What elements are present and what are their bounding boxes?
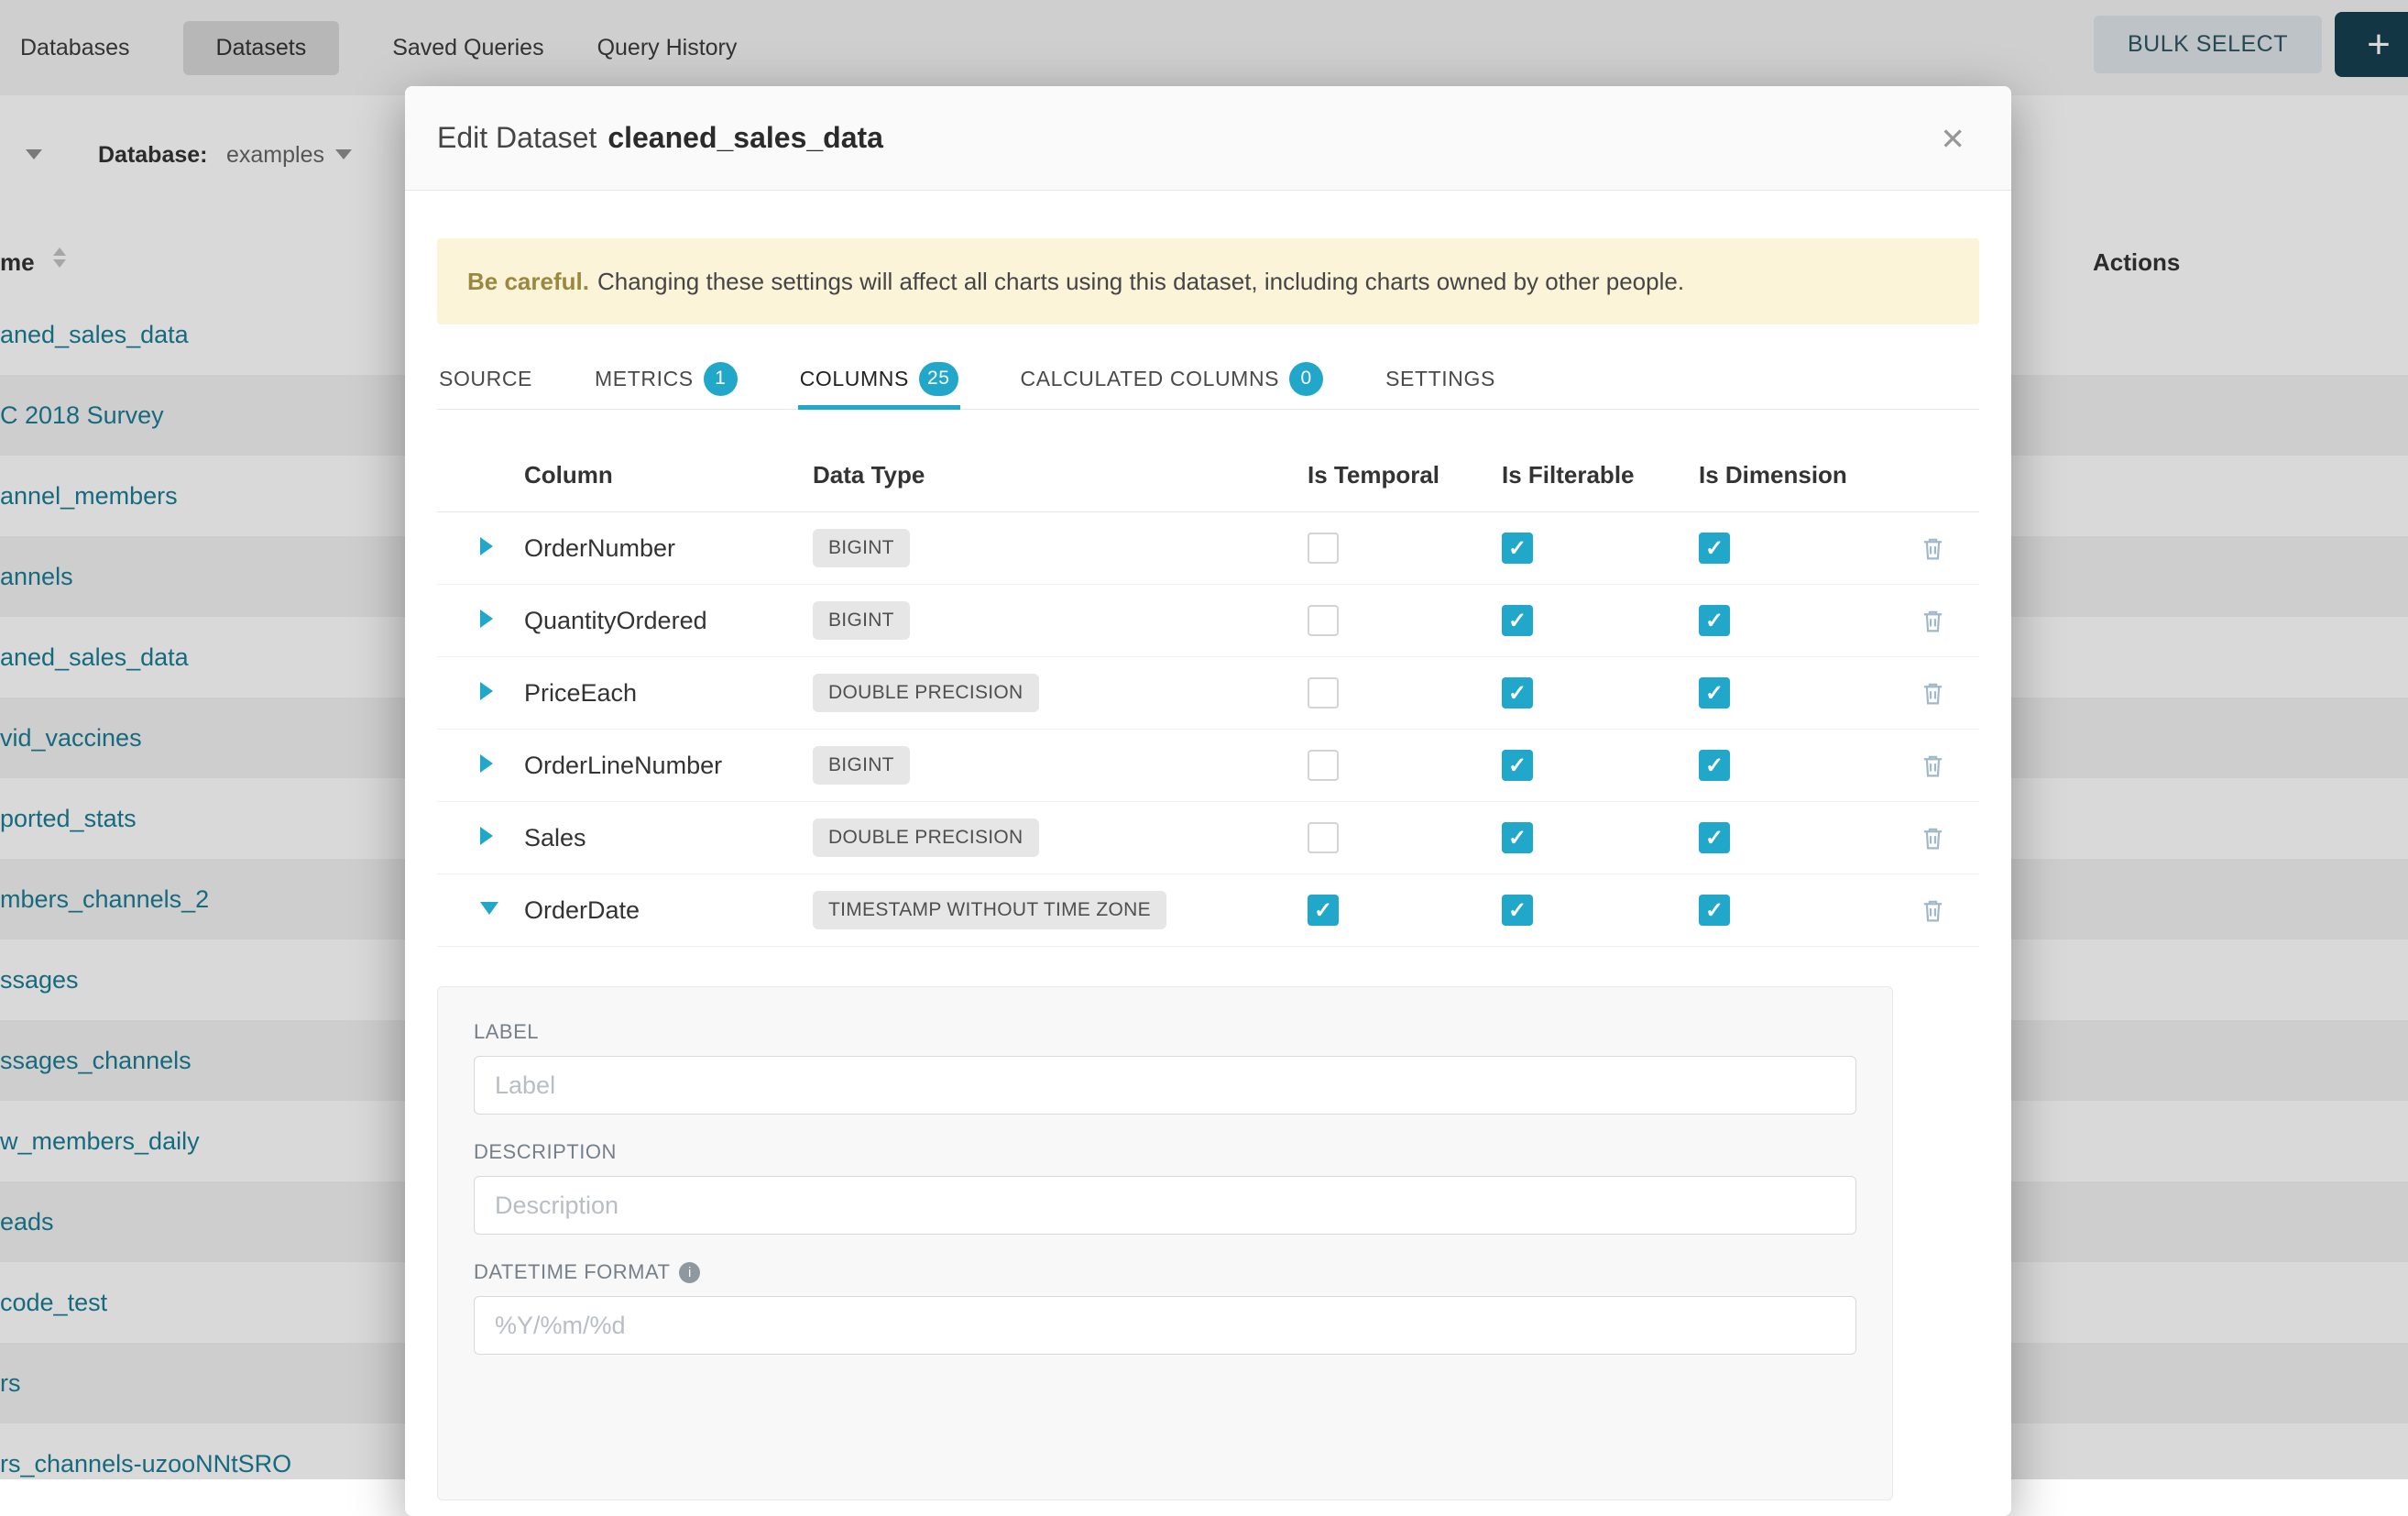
close-icon[interactable]: ✕ — [1934, 86, 1971, 191]
delete-column-button[interactable] — [1920, 897, 1979, 924]
header-is-filterable: Is Filterable — [1502, 461, 1699, 489]
delete-column-button[interactable] — [1920, 680, 1979, 707]
modal-title-dataset-name: cleaned_sales_data — [607, 121, 883, 154]
tab-settings[interactable]: SETTINGS — [1384, 348, 1497, 409]
is-temporal-checkbox[interactable] — [1308, 822, 1339, 853]
data-type-pill: DOUBLE PRECISION — [813, 674, 1039, 712]
columns-rows: OrderNumber BIGINT ✓ ✓ QuantityOrdered B… — [437, 512, 1979, 947]
tab-calculated-columns[interactable]: CALCULATED COLUMNS 0 — [1019, 348, 1326, 409]
column-row: OrderLineNumber BIGINT ✓ ✓ — [437, 730, 1979, 802]
expand-caret[interactable] — [437, 827, 524, 850]
column-name: QuantityOrdered — [524, 607, 813, 635]
data-type-pill: TIMESTAMP WITHOUT TIME ZONE — [813, 891, 1166, 929]
column-detail-panel: LABEL DESCRIPTION DATETIME FORMAT i — [437, 986, 1893, 1500]
expand-caret[interactable] — [437, 610, 524, 632]
is-temporal-checkbox[interactable] — [1308, 677, 1339, 709]
modal-title: Edit Dataset cleaned_sales_data — [437, 121, 883, 155]
edit-dataset-modal: Edit Dataset cleaned_sales_data ✕ Be care… — [405, 86, 2011, 1516]
metrics-count-badge: 1 — [704, 362, 738, 396]
trash-icon — [1920, 535, 1946, 562]
trash-icon — [1920, 608, 1946, 634]
info-icon[interactable]: i — [679, 1262, 700, 1283]
columns-count-badge: 25 — [919, 362, 958, 396]
warning-banner: Be careful. Changing these settings will… — [437, 238, 1979, 324]
warning-bold-text: Be careful. — [467, 268, 589, 296]
tab-label: SOURCE — [439, 367, 532, 391]
datetime-format-field-group: DATETIME FORMAT i — [474, 1260, 1856, 1355]
description-input[interactable] — [474, 1176, 1856, 1235]
expand-caret[interactable] — [437, 754, 524, 777]
column-name: Sales — [524, 824, 813, 852]
column-name: OrderLineNumber — [524, 752, 813, 780]
trash-icon — [1920, 753, 1946, 779]
column-row: OrderDate TIMESTAMP WITHOUT TIME ZONE ✓ … — [437, 874, 1979, 947]
is-temporal-checkbox[interactable]: ✓ — [1308, 895, 1339, 926]
is-filterable-checkbox[interactable]: ✓ — [1502, 895, 1533, 926]
is-dimension-checkbox[interactable]: ✓ — [1699, 533, 1730, 564]
columns-table-header: Column Data Type Is Temporal Is Filterab… — [437, 438, 1979, 512]
data-type-pill: BIGINT — [813, 746, 910, 785]
is-dimension-checkbox[interactable]: ✓ — [1699, 605, 1730, 636]
column-row: PriceEach DOUBLE PRECISION ✓ ✓ — [437, 657, 1979, 730]
expand-caret[interactable] — [437, 537, 524, 560]
column-name: PriceEach — [524, 679, 813, 708]
description-field-label: DESCRIPTION — [474, 1140, 1856, 1164]
is-dimension-checkbox[interactable]: ✓ — [1699, 677, 1730, 709]
is-dimension-checkbox[interactable]: ✓ — [1699, 895, 1730, 926]
column-name: OrderNumber — [524, 534, 813, 563]
modal-tabs: SOURCE METRICS 1 COLUMNS 25 CALCULATED C… — [437, 348, 1979, 410]
tab-label: COLUMNS — [800, 367, 909, 391]
modal-title-prefix: Edit Dataset — [437, 121, 597, 154]
is-filterable-checkbox[interactable]: ✓ — [1502, 533, 1533, 564]
is-filterable-checkbox[interactable]: ✓ — [1502, 750, 1533, 781]
delete-column-button[interactable] — [1920, 825, 1979, 851]
trash-icon — [1920, 825, 1946, 851]
trash-icon — [1920, 897, 1946, 924]
datetime-format-field-label: DATETIME FORMAT i — [474, 1260, 1856, 1284]
datetime-format-input[interactable] — [474, 1296, 1856, 1355]
description-field-group: DESCRIPTION — [474, 1140, 1856, 1235]
column-name: OrderDate — [524, 896, 813, 925]
tab-label: METRICS — [595, 367, 694, 391]
is-dimension-checkbox[interactable]: ✓ — [1699, 750, 1730, 781]
expand-caret[interactable] — [437, 902, 524, 919]
tab-label: CALCULATED COLUMNS — [1021, 367, 1280, 391]
header-is-dimension: Is Dimension — [1699, 461, 1920, 489]
column-row: QuantityOrdered BIGINT ✓ ✓ — [437, 585, 1979, 657]
column-row: OrderNumber BIGINT ✓ ✓ — [437, 512, 1979, 585]
delete-column-button[interactable] — [1920, 535, 1979, 562]
label-field-group: LABEL — [474, 1020, 1856, 1115]
is-temporal-checkbox[interactable] — [1308, 605, 1339, 636]
warning-text: Changing these settings will affect all … — [597, 268, 1684, 296]
label-input[interactable] — [474, 1056, 1856, 1115]
is-temporal-checkbox[interactable] — [1308, 750, 1339, 781]
column-row: Sales DOUBLE PRECISION ✓ ✓ — [437, 802, 1979, 874]
label-field-label: LABEL — [474, 1020, 1856, 1044]
header-column: Column — [524, 461, 813, 489]
trash-icon — [1920, 680, 1946, 707]
tab-metrics[interactable]: METRICS 1 — [593, 348, 739, 409]
is-dimension-checkbox[interactable]: ✓ — [1699, 822, 1730, 853]
data-type-pill: BIGINT — [813, 529, 910, 567]
tab-label: SETTINGS — [1385, 367, 1495, 391]
is-filterable-checkbox[interactable]: ✓ — [1502, 822, 1533, 853]
delete-column-button[interactable] — [1920, 753, 1979, 779]
tab-columns[interactable]: COLUMNS 25 — [798, 348, 960, 409]
tab-source[interactable]: SOURCE — [437, 348, 534, 409]
data-type-pill: DOUBLE PRECISION — [813, 818, 1039, 857]
is-temporal-checkbox[interactable] — [1308, 533, 1339, 564]
data-type-pill: BIGINT — [813, 601, 910, 640]
expand-caret[interactable] — [437, 682, 524, 705]
calculated-columns-count-badge: 0 — [1289, 362, 1323, 396]
is-filterable-checkbox[interactable]: ✓ — [1502, 605, 1533, 636]
delete-column-button[interactable] — [1920, 608, 1979, 634]
is-filterable-checkbox[interactable]: ✓ — [1502, 677, 1533, 709]
modal-header: Edit Dataset cleaned_sales_data ✕ — [405, 86, 2011, 191]
header-data-type: Data Type — [813, 461, 1308, 489]
header-is-temporal: Is Temporal — [1308, 461, 1502, 489]
modal-body: Be careful. Changing these settings will… — [405, 191, 2011, 1500]
